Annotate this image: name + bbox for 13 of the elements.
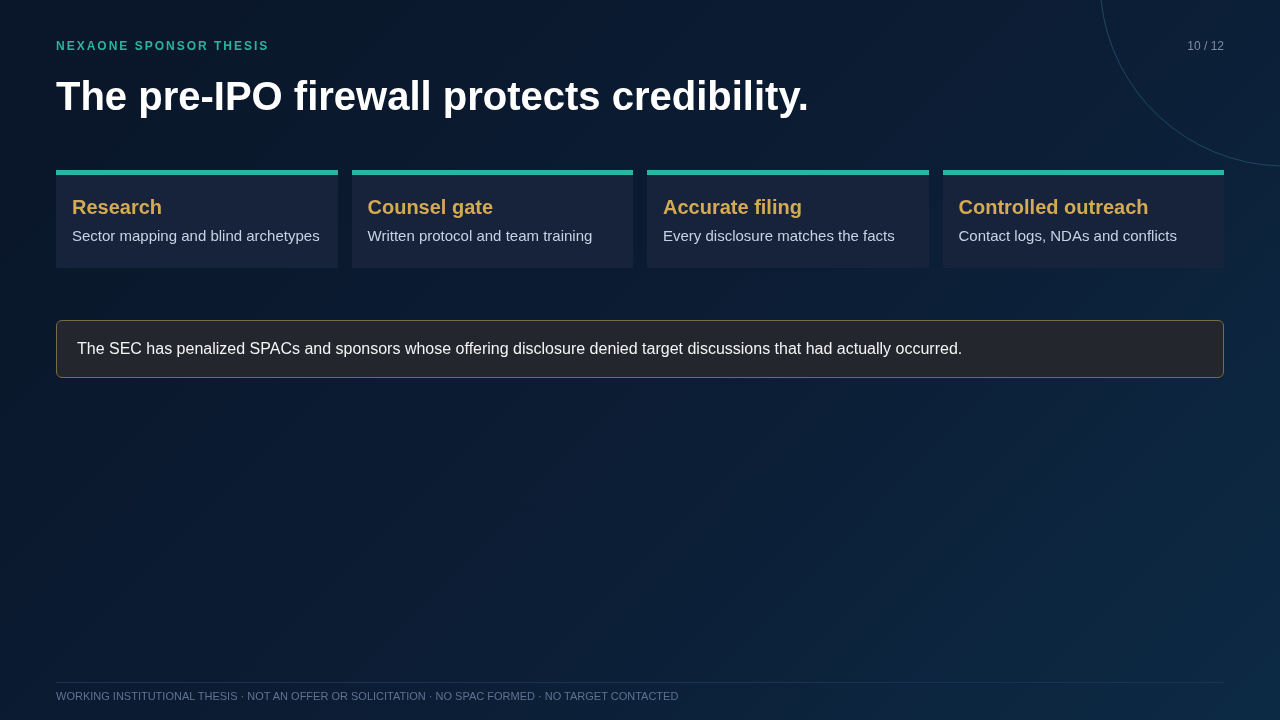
card-title: Controlled outreach [958, 195, 1150, 219]
card-description: Contact logs, NDAs and conflicts [958, 226, 1178, 246]
eyebrow-label: NEXAONE SPONSOR THESIS [56, 39, 270, 54]
card-description: Written protocol and team training [367, 226, 594, 246]
slide-title: The pre-IPO firewall protects credibility. [56, 73, 810, 120]
page-number: 10 / 12 [1187, 39, 1224, 54]
card-description: Every disclosure matches the facts [663, 226, 896, 246]
callout-text: The SEC has penalized SPACs and sponsors whose offering disclosure denied target discussions that had actually occurred. [77, 339, 964, 359]
card-title: Counsel gate [367, 195, 495, 219]
card-title: Research [72, 195, 164, 219]
card-title: Accurate filing [663, 195, 803, 219]
footer-disclaimer: WORKING INSTITUTIONAL THESIS · NOT AN OFFER OR SOLICITATION · NO SPAC FORMED · NO TARGET CONTACTED [56, 690, 680, 703]
card-description: Sector mapping and blind archetypes [72, 226, 321, 246]
